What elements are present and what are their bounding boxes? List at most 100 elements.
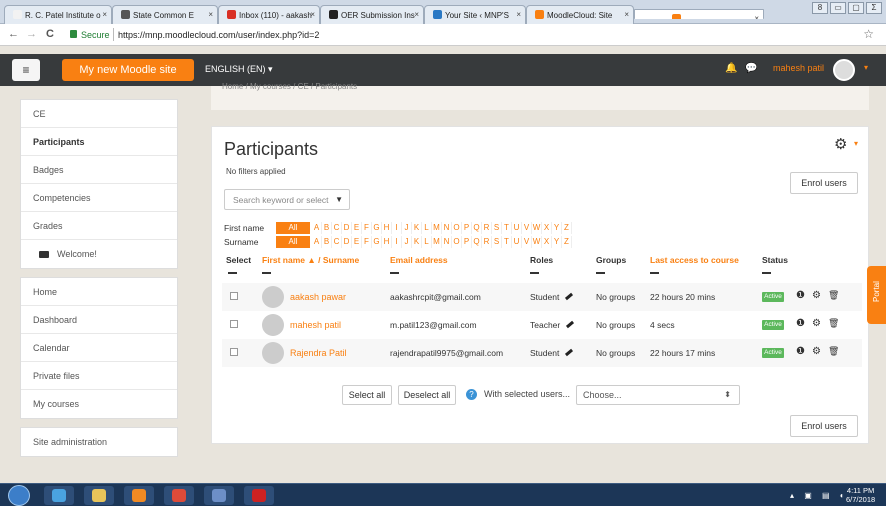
initial-letter-link[interactable]: Q <box>472 222 482 234</box>
deselect-all-button[interactable]: Deselect all <box>398 385 456 405</box>
initial-letter-link[interactable]: I <box>392 236 402 248</box>
back-icon[interactable]: ← <box>8 28 19 40</box>
initial-letter-link[interactable]: N <box>442 222 452 234</box>
sidebar-item[interactable]: Participants <box>21 128 177 156</box>
search-input[interactable]: Search keyword or select ▼ <box>224 189 350 210</box>
select-checkbox[interactable] <box>230 348 238 356</box>
tab-close-icon[interactable]: × <box>102 10 107 19</box>
initial-letter-link[interactable]: U <box>512 236 522 248</box>
collapse-roles-icon[interactable] <box>530 272 539 274</box>
initial-letter-link[interactable]: X <box>542 222 552 234</box>
status-badge[interactable]: Active <box>762 348 784 358</box>
settings-icon[interactable]: ⚙ <box>812 290 821 301</box>
initial-letter-link[interactable]: M <box>432 222 442 234</box>
delete-icon[interactable]: 🗑 <box>828 318 839 329</box>
initial-letter-link[interactable]: A <box>312 236 322 248</box>
sidebar-item[interactable]: Calendar <box>21 334 177 362</box>
initial-letter-link[interactable]: H <box>382 222 392 234</box>
initial-letter-link[interactable]: G <box>372 236 382 248</box>
browser-tab[interactable]: MoodleCloud: Site × <box>526 5 634 24</box>
bulk-action-select[interactable]: Choose... ⬍ <box>576 385 740 405</box>
delete-icon[interactable]: 🗑 <box>828 290 839 301</box>
sidebar-item[interactable]: Welcome! <box>21 240 177 268</box>
select-checkbox[interactable] <box>230 320 238 328</box>
gear-caret-icon[interactable]: ▾ <box>854 139 858 148</box>
sidebar-item[interactable]: CE <box>21 100 177 128</box>
initial-letter-link[interactable]: R <box>482 236 492 248</box>
initial-letter-link[interactable]: H <box>382 236 392 248</box>
tab-close-icon[interactable]: × <box>208 10 213 19</box>
tab-close-icon[interactable]: × <box>414 10 419 19</box>
initial-letter-link[interactable]: O <box>452 222 462 234</box>
sidebar-item[interactable]: Competencies <box>21 184 177 212</box>
initial-letter-link[interactable]: Y <box>552 222 562 234</box>
initial-letter-link[interactable]: Z <box>562 236 572 248</box>
initial-letter-link[interactable]: Q <box>472 236 482 248</box>
initial-letter-link[interactable]: K <box>412 236 422 248</box>
initial-letter-link[interactable]: C <box>332 236 342 248</box>
initial-letter-link[interactable]: R <box>482 222 492 234</box>
initial-letter-link[interactable]: J <box>402 236 412 248</box>
initial-letter-link[interactable]: O <box>452 236 462 248</box>
sidebar-item[interactable]: Grades <box>21 212 177 240</box>
delete-icon[interactable]: 🗑 <box>828 346 839 357</box>
info-icon[interactable]: ❶ <box>796 346 805 357</box>
initial-letter-link[interactable]: D <box>342 222 352 234</box>
col-name-sort[interactable]: First name ▲ / Surname <box>262 255 359 265</box>
settings-icon[interactable]: ⚙ <box>812 318 821 329</box>
initial-letter-link[interactable]: T <box>502 236 512 248</box>
collapse-select-icon[interactable] <box>228 272 237 274</box>
sidebar-item[interactable]: Private files <box>21 362 177 390</box>
initial-letter-link[interactable]: S <box>492 222 502 234</box>
first-name-all-button[interactable]: All <box>276 222 310 234</box>
initial-letter-link[interactable]: I <box>392 222 402 234</box>
forward-icon[interactable]: → <box>26 28 37 40</box>
select-all-button[interactable]: Select all <box>342 385 392 405</box>
chat-icon[interactable]: 💬 <box>745 63 757 74</box>
window-control-maximize[interactable]: ▢ <box>848 2 864 14</box>
initial-letter-link[interactable]: L <box>422 236 432 248</box>
col-last-access-sort[interactable]: Last access to course <box>650 255 739 265</box>
browser-tab[interactable]: OER Submission Ins × <box>320 5 424 24</box>
collapse-status-icon[interactable] <box>762 272 771 274</box>
initial-letter-link[interactable]: B <box>322 222 332 234</box>
edit-role-icon[interactable] <box>565 292 574 301</box>
status-badge[interactable]: Active <box>762 320 784 330</box>
enrol-users-button-bottom[interactable]: Enrol users <box>790 415 858 437</box>
window-control-minimize[interactable]: ▭ <box>830 2 846 14</box>
taskbar-app[interactable] <box>244 486 274 505</box>
initial-letter-link[interactable]: T <box>502 222 512 234</box>
initial-letter-link[interactable]: E <box>352 222 362 234</box>
participant-name-link[interactable]: aakash pawar <box>290 292 346 302</box>
reload-icon[interactable]: C <box>46 28 54 40</box>
taskbar-app[interactable] <box>44 486 74 505</box>
collapse-groups-icon[interactable] <box>596 272 605 274</box>
initial-letter-link[interactable]: B <box>322 236 332 248</box>
tab-close-icon[interactable]: × <box>516 10 521 19</box>
initial-letter-link[interactable]: A <box>312 222 322 234</box>
bookmark-star-icon[interactable]: ☆ <box>863 27 874 41</box>
menu-toggle-button[interactable]: ≡ <box>12 59 40 81</box>
bell-icon[interactable]: 🔔 <box>725 63 737 74</box>
initial-letter-link[interactable]: N <box>442 236 452 248</box>
site-name-button[interactable]: My new Moodle site <box>62 59 194 81</box>
tab-close-icon[interactable]: × <box>310 10 315 19</box>
browser-tab[interactable]: CE: Participants × <box>634 9 764 19</box>
user-name[interactable]: mahesh patil <box>773 63 824 73</box>
taskbar-app[interactable] <box>204 486 234 505</box>
initial-letter-link[interactable]: P <box>462 236 472 248</box>
status-badge[interactable]: Active <box>762 292 784 302</box>
initial-letter-link[interactable]: W <box>532 236 542 248</box>
search-dropdown-icon[interactable]: ▼ <box>335 195 343 204</box>
tab-close-icon[interactable]: × <box>754 14 759 19</box>
collapse-name-icon[interactable] <box>262 272 271 274</box>
select-checkbox[interactable] <box>230 292 238 300</box>
initial-letter-link[interactable]: F <box>362 236 372 248</box>
initial-letter-link[interactable]: Z <box>562 222 572 234</box>
collapse-email-icon[interactable] <box>390 272 399 274</box>
initial-letter-link[interactable]: X <box>542 236 552 248</box>
sidebar-item[interactable]: Site administration <box>21 428 177 456</box>
initial-letter-link[interactable]: K <box>412 222 422 234</box>
col-email-sort[interactable]: Email address <box>390 255 448 265</box>
sidebar-item[interactable]: Home <box>21 278 177 306</box>
